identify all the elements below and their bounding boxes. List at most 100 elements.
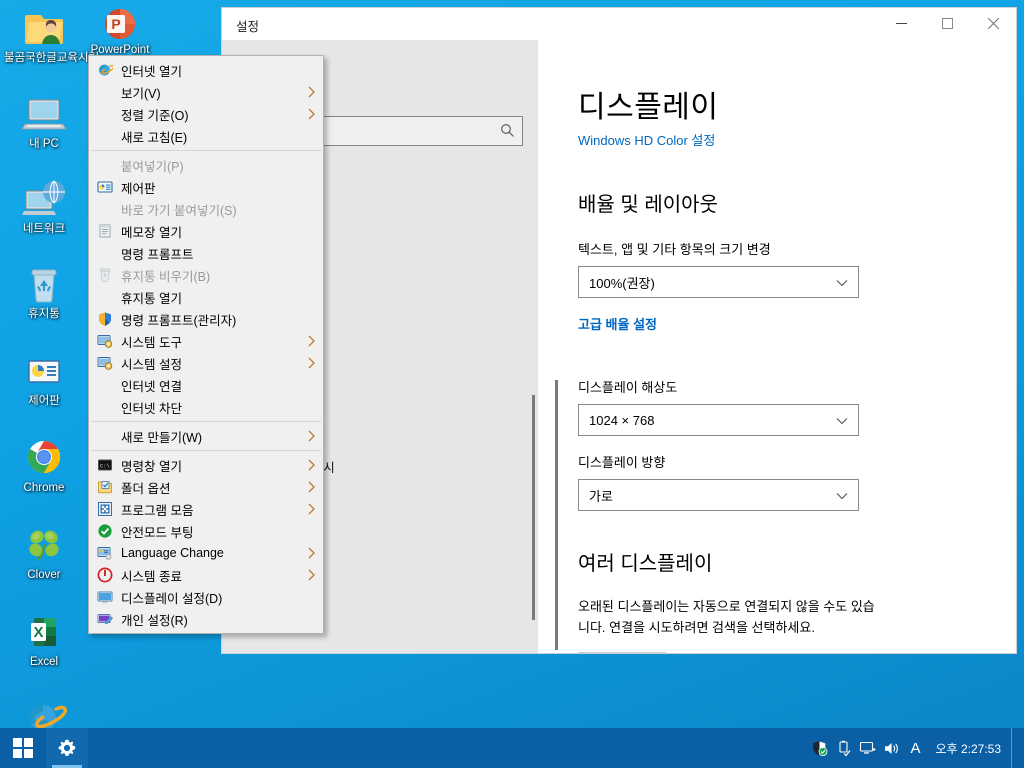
shield-check-icon bbox=[812, 740, 828, 756]
menu-item-language-change[interactable]: Language Change bbox=[89, 542, 323, 564]
menu-item-label: 메모장 열기 bbox=[121, 225, 182, 240]
chevron-down-icon bbox=[836, 493, 848, 500]
menu-item-system-settings[interactable]: 시스템 설정 bbox=[89, 352, 323, 374]
menu-item-label: 명령창 열기 bbox=[121, 459, 182, 474]
desktop-icon-bulgom-hangul-education[interactable]: 불곰국한글교육시킴 bbox=[2, 0, 99, 72]
menu-item-label: 휴지통 비우기(B) bbox=[121, 269, 211, 284]
minimize-button[interactable] bbox=[878, 8, 924, 39]
menu-item-programs[interactable]: 프로그램 모음 bbox=[89, 498, 323, 520]
menu-item-label: 새로 만들기(W) bbox=[121, 430, 203, 445]
menu-item-view[interactable]: 보기(V) bbox=[89, 81, 323, 103]
menu-item-open-command-window[interactable]: C:\ 명령창 열기 bbox=[89, 454, 323, 476]
display-settings-icon bbox=[97, 589, 113, 605]
orientation-dropdown[interactable]: 가로 bbox=[578, 479, 859, 511]
chrome-icon bbox=[20, 436, 68, 480]
desktop-icon-control-panel[interactable]: 제어판 bbox=[2, 343, 86, 408]
menu-item-display-settings[interactable]: 디스플레이 설정(D) bbox=[89, 586, 323, 608]
menu-item-personalize[interactable]: 개인 설정(R) bbox=[89, 608, 323, 630]
menu-item-new[interactable]: 새로 만들기(W) bbox=[89, 425, 323, 447]
desktop-icon-excel[interactable]: X Excel bbox=[2, 604, 86, 669]
desktop-icon-chrome[interactable]: Chrome bbox=[2, 430, 86, 495]
system-settings-icon bbox=[97, 355, 113, 371]
menu-item-paste: 붙여넣기(P) bbox=[89, 154, 323, 176]
scale-value: 100%(권장) bbox=[589, 275, 655, 291]
chevron-down-icon bbox=[836, 280, 848, 287]
menu-item-label: 인터넷 차단 bbox=[121, 401, 182, 416]
chevron-down-icon bbox=[836, 418, 848, 425]
menu-item-command-prompt[interactable]: 명령 프롬프트 bbox=[89, 242, 323, 264]
tray-security-shield[interactable] bbox=[808, 728, 832, 768]
tray-safely-remove-hardware[interactable] bbox=[832, 728, 856, 768]
system-tray: A 오후 2:27:53 bbox=[808, 728, 1024, 768]
excel-icon: X bbox=[20, 610, 68, 654]
settings-window: 설정 디스플레이 Windows HD Color 설정 배율 및 레이아웃 텍… bbox=[222, 8, 1016, 653]
desktop-icon-my-pc[interactable]: 내 PC bbox=[2, 86, 86, 151]
desktop-icon-label: 내 PC bbox=[29, 138, 59, 150]
menu-item-folder-options[interactable]: 폴더 옵션 bbox=[89, 476, 323, 498]
power-icon bbox=[97, 567, 113, 583]
resolution-value: 1024 × 768 bbox=[589, 412, 655, 428]
usb-icon bbox=[839, 740, 851, 756]
scale-label: 텍스트, 앱 및 기타 항목의 크기 변경 bbox=[578, 242, 771, 257]
advanced-scaling-link[interactable]: 고급 배율 설정 bbox=[578, 314, 657, 333]
maximize-icon bbox=[941, 18, 953, 29]
detect-button[interactable]: 검색 bbox=[578, 652, 666, 653]
desktop-icon-label: 네트워크 bbox=[22, 223, 66, 235]
ime-a-icon: A bbox=[910, 739, 921, 757]
menu-separator bbox=[91, 421, 321, 422]
desktop-icon-powerpoint[interactable]: P PowerPoint bbox=[88, 4, 152, 56]
show-desktop-button[interactable] bbox=[1011, 728, 1020, 768]
taskbar: A 오후 2:27:53 bbox=[0, 728, 1024, 768]
ie-icon bbox=[97, 62, 115, 78]
close-button[interactable] bbox=[970, 8, 1016, 39]
menu-item-safe-mode-boot[interactable]: 안전모드 부팅 bbox=[89, 520, 323, 542]
desktop-icon-recycle-bin[interactable]: 휴지통 bbox=[2, 256, 86, 321]
speaker-icon bbox=[884, 742, 898, 754]
scale-dropdown[interactable]: 100%(권장) bbox=[578, 266, 859, 298]
main-scrollbar[interactable] bbox=[555, 380, 558, 650]
tray-volume[interactable] bbox=[880, 728, 904, 768]
desktop-context-menu: 인터넷 열기 보기(V) 정렬 기준(O) 새로 고침(E) 붙여넣기(P) 제… bbox=[88, 55, 324, 634]
start-button[interactable] bbox=[0, 728, 46, 768]
menu-item-open-notepad[interactable]: 메모장 열기 bbox=[89, 220, 323, 242]
window-controls bbox=[878, 8, 1016, 39]
chevron-right-icon bbox=[308, 547, 315, 559]
menu-item-label: 폴더 옵션 bbox=[121, 481, 171, 496]
menu-item-open-recycle-bin[interactable]: 휴지통 열기 bbox=[89, 286, 323, 308]
maximize-button[interactable] bbox=[924, 8, 970, 39]
menu-item-label: 정렬 기준(O) bbox=[121, 108, 189, 123]
desktop-icon-clover[interactable]: Clover bbox=[2, 517, 86, 582]
window-title-bar[interactable]: 설정 bbox=[222, 8, 1016, 40]
tray-input-method[interactable]: A bbox=[904, 728, 928, 768]
menu-item-system-tools[interactable]: 시스템 도구 bbox=[89, 330, 323, 352]
menu-item-block-internet[interactable]: 인터넷 차단 bbox=[89, 396, 323, 418]
taskbar-task-settings[interactable] bbox=[46, 728, 88, 768]
menu-item-shutdown[interactable]: 시스템 종료 bbox=[89, 564, 323, 586]
menu-item-label: 시스템 도구 bbox=[121, 335, 182, 350]
windows-start-icon bbox=[13, 738, 33, 758]
chevron-right-icon bbox=[308, 481, 315, 493]
recycle-bin-icon bbox=[20, 262, 68, 306]
search-icon bbox=[501, 124, 514, 137]
chevron-right-icon bbox=[308, 430, 315, 442]
monitor-network-icon bbox=[859, 741, 876, 754]
system-tools-icon bbox=[97, 333, 113, 349]
desktop-icon-network[interactable]: 네트워크 bbox=[2, 171, 86, 236]
cmd-icon: C:\ bbox=[97, 457, 113, 473]
sidebar-scrollbar[interactable] bbox=[532, 395, 535, 620]
menu-item-command-prompt-admin[interactable]: 명령 프롬프트(관리자) bbox=[89, 308, 323, 330]
personalize-icon bbox=[97, 611, 113, 627]
menu-item-connect-internet[interactable]: 인터넷 연결 bbox=[89, 374, 323, 396]
menu-item-label: 안전모드 부팅 bbox=[121, 525, 194, 540]
control-panel-icon bbox=[97, 179, 113, 195]
menu-item-label: 인터넷 열기 bbox=[121, 64, 182, 79]
menu-item-control-panel[interactable]: 제어판 bbox=[89, 176, 323, 198]
menu-item-open-internet[interactable]: 인터넷 열기 bbox=[89, 59, 323, 81]
taskbar-clock[interactable]: 오후 2:27:53 bbox=[928, 728, 1011, 768]
resolution-dropdown[interactable]: 1024 × 768 bbox=[578, 404, 859, 436]
menu-item-sort-by[interactable]: 정렬 기준(O) bbox=[89, 103, 323, 125]
menu-item-label: 시스템 종료 bbox=[121, 569, 182, 584]
menu-item-refresh[interactable]: 새로 고침(E) bbox=[89, 125, 323, 147]
tray-network-status[interactable] bbox=[856, 728, 880, 768]
hd-color-settings-link[interactable]: Windows HD Color 설정 bbox=[578, 130, 715, 149]
